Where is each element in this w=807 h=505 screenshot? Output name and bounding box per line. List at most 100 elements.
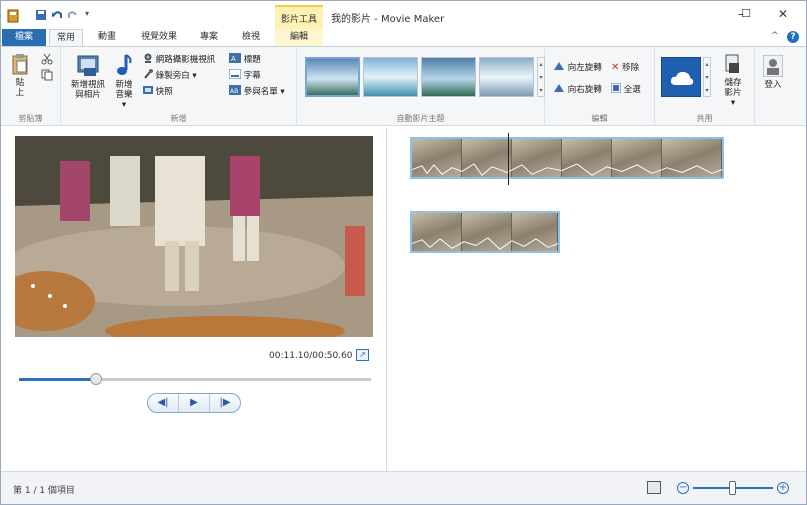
record-narration-button[interactable]: 錄製旁白 ▾ [143, 69, 197, 82]
caption-icon [228, 68, 242, 82]
webcam-icon [143, 53, 153, 66]
cut-icon[interactable] [41, 53, 53, 68]
microphone-icon [143, 69, 153, 82]
editing-group-label: 編輯 [591, 114, 608, 123]
caption-button[interactable]: 字幕 [228, 68, 261, 82]
ribbon: 貼上 剪貼簿 新增視訊與相片 新增音樂 ▾ 網路攝影機視訊 錄製旁白 ▾ 快照 … [1, 46, 806, 126]
previous-frame-button[interactable]: ◀| [148, 394, 179, 412]
zoom-out-button[interactable]: − [677, 482, 689, 494]
add-videos-photos-label: 新增視訊與相片 [70, 80, 105, 100]
save-movie-button[interactable]: 儲存影片 ▾ [715, 53, 751, 108]
save-movie-label: 儲存影片 ▾ [724, 78, 742, 108]
rotate-left-button[interactable]: 向左旋轉 [553, 61, 602, 74]
select-all-icon [610, 82, 622, 96]
add-music-label: 新增音樂 ▾ [115, 80, 133, 110]
audio-waveform [412, 237, 558, 250]
audio-waveform [412, 163, 722, 176]
add-music-text: 新增音樂 [115, 80, 133, 100]
maximize-button[interactable]: ☐ [736, 7, 756, 23]
help-button[interactable]: ? [787, 31, 799, 43]
snapshot-button[interactable]: 快照 [143, 85, 173, 98]
rotate-left-label: 向左旋轉 [567, 63, 602, 73]
timecode: 00:11.10/00:50.60 [269, 351, 353, 361]
zoom-thumb[interactable] [729, 481, 736, 495]
paste-label: 貼上 [15, 78, 25, 98]
tab-edit[interactable]: 編輯 [275, 29, 323, 46]
playhead[interactable] [508, 133, 509, 185]
caption-label: 字幕 [243, 71, 261, 81]
snapshot-icon [143, 85, 153, 98]
storyboard[interactable] [388, 127, 806, 471]
rotate-right-button[interactable]: 向右旋轉 [553, 83, 602, 96]
preview-pane: 00:11.10/00:50.60 ↗ ◀| ▶ |▶ [1, 127, 387, 471]
play-icon: ▶ [190, 397, 198, 408]
next-frame-button[interactable]: |▶ [210, 394, 240, 412]
credits-label: 參與名單 [243, 87, 278, 97]
ribbon-tabs: 檔案 常用 動畫 視覺效果 專案 檢視 編輯 ^ ? [1, 29, 806, 46]
tab-view[interactable]: 檢視 [233, 29, 269, 46]
play-button[interactable]: ▶ [179, 394, 210, 412]
record-narration-label: 錄製旁白 [155, 71, 190, 81]
copy-icon[interactable] [41, 69, 53, 84]
paste-button[interactable]: 貼上 [9, 53, 31, 98]
save-movie-text: 儲存影片 [724, 78, 742, 98]
video-clip-2[interactable] [410, 211, 560, 253]
select-all-button[interactable]: 全選 [610, 82, 641, 96]
theme-contemporary[interactable] [363, 57, 418, 97]
select-all-label: 全選 [623, 85, 641, 95]
add-music-button[interactable]: 新增音樂 ▾ [111, 53, 137, 110]
svg-text:A: A [231, 55, 236, 63]
customize-qat-icon[interactable]: ▾ [85, 9, 99, 23]
theme-cinematic[interactable] [421, 57, 476, 97]
undo-icon[interactable] [51, 9, 65, 23]
seek-thumb[interactable] [90, 373, 103, 385]
credits-icon: AB [229, 85, 241, 98]
plus-icon: + [778, 482, 788, 493]
theme-fade[interactable] [479, 57, 534, 97]
title-button[interactable]: A 標題 [229, 53, 261, 66]
rotate-right-label: 向右旋轉 [567, 85, 602, 95]
sign-in-button[interactable]: 登入 [761, 54, 785, 90]
redo-icon[interactable] [67, 9, 81, 23]
credits-button[interactable]: AB 參與名單 ▾ [229, 85, 285, 98]
remove-label: 移除 [622, 63, 640, 73]
tab-visual-effects[interactable]: 視覺效果 [133, 29, 185, 46]
cloud-icon [670, 70, 694, 89]
close-button[interactable]: ✕ [773, 7, 793, 23]
window-title: 我的影片 - Movie Maker [331, 14, 445, 25]
onedrive-button[interactable] [661, 57, 701, 97]
add-videos-photos-button[interactable]: 新增視訊與相片 [65, 53, 111, 100]
tab-project[interactable]: 專案 [191, 29, 227, 46]
maximize-icon: ☐ [741, 7, 751, 20]
rotate-right-icon [553, 83, 565, 96]
share-scroll[interactable]: ▴ ▾ ▾ [703, 57, 711, 97]
add-group-label: 新增 [170, 114, 187, 123]
title-icon: A [229, 53, 241, 66]
remove-button[interactable]: ✕ 移除 [611, 61, 639, 73]
status-bar: 第 1 / 1 個項目 − + [1, 471, 806, 504]
app-icon [7, 9, 21, 23]
fullscreen-button[interactable]: ↗ [356, 349, 369, 361]
tab-home[interactable]: 常用 [49, 29, 83, 46]
themes-scroll[interactable]: ▴ ▾ ▾ [537, 57, 545, 97]
tab-animations[interactable]: 動畫 [89, 29, 125, 46]
seek-progress [19, 378, 97, 381]
zoom-in-button[interactable]: + [777, 482, 789, 494]
webcam-video-button[interactable]: 網路攝影機視訊 [143, 53, 215, 66]
themes-group-label: 自動影片主題 [396, 114, 445, 123]
film-photo-icon [76, 53, 100, 80]
title-label: 標題 [243, 55, 261, 65]
clipboard-group: 貼上 剪貼簿 [1, 47, 61, 126]
video-preview[interactable] [15, 136, 373, 337]
seek-bar[interactable] [19, 373, 371, 385]
tab-file[interactable]: 檔案 [2, 29, 46, 46]
minus-icon: − [678, 482, 688, 493]
video-clip-1[interactable] [410, 137, 724, 179]
expand-icon: ↗ [359, 350, 366, 359]
remove-icon: ✕ [611, 62, 620, 73]
save-icon[interactable] [35, 9, 49, 23]
storyboard-view-icon[interactable] [647, 481, 661, 494]
collapse-ribbon-button[interactable]: ^ [771, 31, 779, 41]
theme-default[interactable] [305, 57, 360, 97]
transport-controls: ◀| ▶ |▶ [147, 393, 241, 413]
